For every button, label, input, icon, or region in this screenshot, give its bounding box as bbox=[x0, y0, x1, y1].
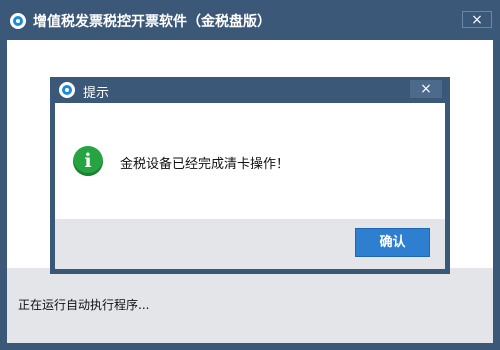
main-status-bar: 正在运行自动执行程序... bbox=[7, 268, 493, 343]
main-window-title: 增值税发票税控开票软件（金税盘版） bbox=[33, 14, 271, 30]
main-titlebar: 增值税发票税控开票软件（金税盘版） × bbox=[0, 0, 500, 40]
dialog-body: i 金税设备已经完成清卡操作！ bbox=[55, 103, 445, 219]
prompt-dialog: 提示 × i 金税设备已经完成清卡操作！ 确认 bbox=[50, 77, 450, 274]
dialog-logo-icon bbox=[59, 82, 75, 98]
main-close-button[interactable]: × bbox=[462, 11, 492, 28]
dialog-titlebar[interactable]: 提示 × bbox=[50, 77, 450, 103]
app-logo-icon bbox=[10, 13, 26, 29]
dialog-title: 提示 bbox=[83, 86, 110, 101]
confirm-button[interactable]: 确认 bbox=[355, 228, 430, 257]
dialog-message: 金税设备已经完成清卡操作！ bbox=[120, 157, 290, 172]
info-icon: i bbox=[73, 146, 103, 176]
status-text: 正在运行自动执行程序... bbox=[18, 298, 150, 312]
dialog-footer: 确认 bbox=[55, 219, 445, 269]
dialog-close-button[interactable]: × bbox=[410, 80, 442, 98]
